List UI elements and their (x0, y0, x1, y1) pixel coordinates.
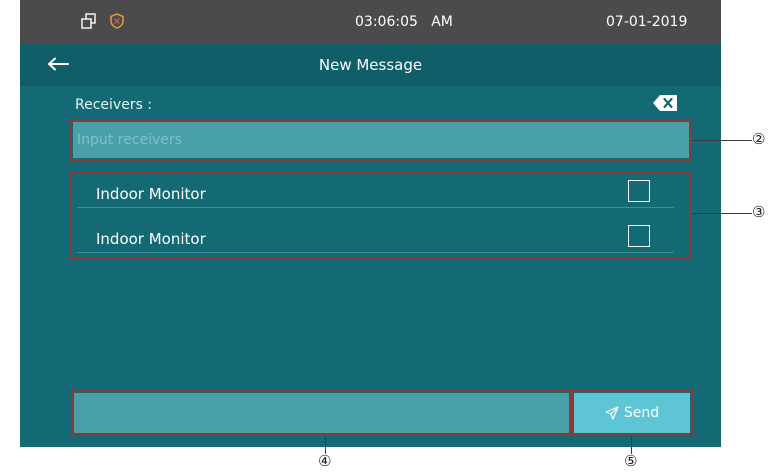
receiver-checkbox[interactable] (628, 180, 650, 202)
list-item-label: Indoor Monitor (96, 185, 206, 203)
backspace-icon (653, 95, 677, 111)
windows-icon (81, 13, 96, 29)
callout-number: ② (752, 130, 766, 148)
receivers-label: Receivers : (75, 97, 153, 113)
list-item[interactable]: Indoor Monitor (77, 176, 674, 208)
status-date: 07-01-2019 (606, 14, 688, 30)
title-bar: New Message (20, 44, 721, 86)
page-title: New Message (318, 56, 423, 74)
receivers-input[interactable] (73, 122, 689, 158)
list-item[interactable]: Indoor Monitor (77, 221, 674, 253)
clear-receivers-button[interactable] (652, 94, 679, 112)
send-button[interactable]: Send (574, 393, 690, 433)
paper-plane-icon (605, 406, 619, 420)
status-time: 03:06:05 AM (355, 14, 453, 30)
list-item-label: Indoor Monitor (96, 230, 206, 248)
status-bar: 03:06:05 AM 07-01-2019 (20, 0, 721, 44)
shield-icon (110, 13, 124, 29)
send-button-label: Send (623, 405, 660, 421)
message-input[interactable] (74, 393, 569, 433)
callout-line (692, 140, 752, 141)
callout-number: ⑤ (624, 452, 638, 470)
receiver-checkbox[interactable] (628, 225, 650, 247)
callout-line (692, 213, 752, 214)
device-screen: 03:06:05 AM 07-01-2019 New Message Recei… (20, 0, 721, 447)
callout-number: ④ (318, 452, 332, 470)
callout-number: ③ (752, 203, 766, 221)
